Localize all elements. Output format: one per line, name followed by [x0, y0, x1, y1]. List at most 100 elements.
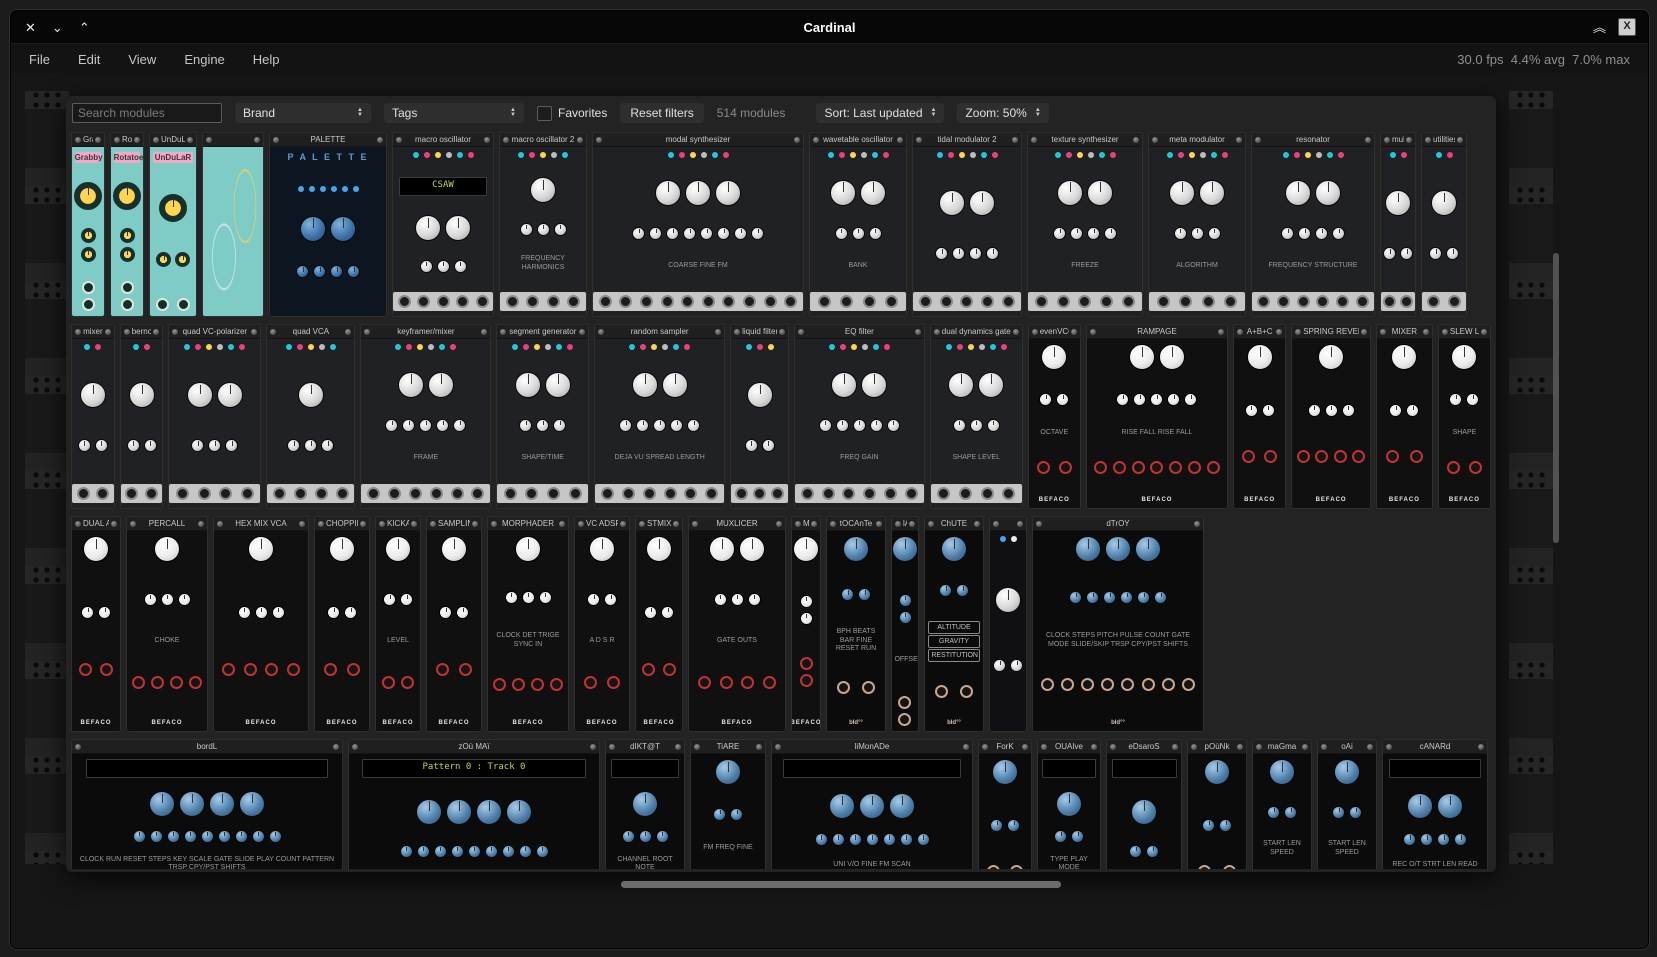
module-tile-wavetable-oscillator[interactable]: wavetable oscillatorBANK: [809, 132, 907, 317]
module-tile-palette[interactable]: PALETTEP A L E T T E: [269, 132, 387, 317]
jack-port[interactable]: [451, 487, 464, 500]
knob[interactable]: [456, 606, 469, 619]
module-tile-edsaros[interactable]: eDsaroS bId°°: [1106, 739, 1182, 869]
knob[interactable]: [1204, 759, 1230, 785]
jack-port[interactable]: [189, 676, 202, 689]
knob[interactable]: [656, 830, 669, 843]
jack-port[interactable]: [471, 487, 484, 500]
module-tile-tocante[interactable]: tOCAnTeBPH BEATS BAR FINE RESET RUNbId°°: [826, 516, 886, 732]
knob[interactable]: [144, 439, 157, 452]
knob[interactable]: [537, 223, 550, 236]
knob[interactable]: [1342, 404, 1355, 417]
jack-port[interactable]: [1198, 865, 1211, 869]
jack-port[interactable]: [698, 676, 711, 689]
knob[interactable]: [829, 793, 855, 819]
knob[interactable]: [1454, 833, 1467, 846]
knob[interactable]: [1437, 793, 1463, 819]
sort-dropdown[interactable]: Sort: Last updated: [816, 103, 944, 123]
knob[interactable]: [1135, 536, 1161, 562]
jack-port[interactable]: [1427, 295, 1440, 308]
knob[interactable]: [1131, 799, 1157, 825]
module-tile-dual-dynamics-gate[interactable]: dual dynamics gateSHAPE LEVEL: [930, 324, 1023, 509]
module-tile-canard[interactable]: cANARd REC O/T STRT LEN READbId°°: [1382, 739, 1488, 869]
jack-port[interactable]: [720, 676, 733, 689]
jack-port[interactable]: [837, 681, 850, 694]
knob[interactable]: [948, 372, 974, 398]
module-tile-percall[interactable]: PERCALLCHOKEBEFACO: [126, 516, 208, 732]
knob[interactable]: [209, 791, 235, 817]
jack-port[interactable]: [1142, 678, 1155, 691]
jack-port[interactable]: [784, 295, 797, 308]
knob[interactable]: [1184, 393, 1197, 406]
knob[interactable]: [900, 833, 913, 846]
module-tile-zo-ma-[interactable]: zOù MAïPattern 0 : Track 0bId°°: [348, 739, 600, 869]
knob[interactable]: [1070, 227, 1083, 240]
module-tile-limonade[interactable]: liMonADe UNI V/O FINE FM SCANbId°°: [771, 739, 973, 869]
knob[interactable]: [178, 593, 191, 606]
jack-port[interactable]: [531, 678, 544, 691]
knob[interactable]: [417, 845, 430, 858]
knob[interactable]: [622, 830, 635, 843]
knob[interactable]: [1010, 659, 1023, 672]
jack-port[interactable]: [550, 678, 563, 691]
knob[interactable]: [156, 252, 171, 267]
knob[interactable]: [992, 759, 1018, 785]
knob[interactable]: [120, 228, 135, 243]
knob[interactable]: [98, 606, 111, 619]
jack-port[interactable]: [1010, 865, 1023, 869]
module-tile-late[interactable]: lATeOFFSET: [891, 516, 919, 732]
jack-port[interactable]: [506, 295, 519, 308]
jack-port[interactable]: [818, 295, 831, 308]
jack-port[interactable]: [367, 487, 380, 500]
module-tile-slew-limiter[interactable]: SLEW LIMITERSHAPEBEFACO: [1438, 324, 1491, 509]
jack-port[interactable]: [937, 487, 950, 500]
knob[interactable]: [1053, 227, 1066, 240]
knob[interactable]: [239, 791, 265, 817]
knob[interactable]: [1116, 393, 1129, 406]
knob[interactable]: [835, 227, 848, 240]
jack-port[interactable]: [244, 663, 257, 676]
knob[interactable]: [831, 372, 857, 398]
knob[interactable]: [428, 372, 454, 398]
module-tile-mex[interactable]: MEXBEFACO: [791, 516, 821, 732]
module-tile-oai[interactable]: oAiSTART LEN SPEEDbId°°: [1317, 739, 1377, 869]
jack-port[interactable]: [1469, 461, 1482, 474]
jack-port[interactable]: [764, 295, 777, 308]
favorites-toggle[interactable]: Favorites: [537, 106, 607, 121]
knob[interactable]: [860, 180, 886, 206]
knob[interactable]: [120, 247, 135, 262]
knob[interactable]: [883, 833, 896, 846]
knob[interactable]: [248, 536, 274, 562]
knob[interactable]: [1120, 591, 1133, 604]
module-tile-undular[interactable]: UnDuLaRUnDuLaR: [149, 132, 197, 317]
knob[interactable]: [978, 372, 1004, 398]
knob[interactable]: [304, 439, 317, 452]
knob[interactable]: [861, 372, 887, 398]
knob[interactable]: [545, 372, 571, 398]
knob[interactable]: [819, 419, 832, 432]
jack-port[interactable]: [1182, 678, 1195, 691]
knob[interactable]: [1056, 393, 1069, 406]
knob[interactable]: [225, 439, 238, 452]
knob[interactable]: [1191, 227, 1204, 240]
jack-port[interactable]: [722, 295, 735, 308]
knob[interactable]: [956, 584, 969, 597]
knob[interactable]: [347, 265, 360, 278]
jack-port[interactable]: [512, 678, 525, 691]
module-tile-stmix[interactable]: STMIXBEFACO: [635, 516, 683, 732]
jack-port[interactable]: [1297, 295, 1310, 308]
knob[interactable]: [853, 419, 866, 432]
knob[interactable]: [1202, 819, 1215, 832]
jack-port[interactable]: [1035, 295, 1048, 308]
knob[interactable]: [1103, 591, 1116, 604]
knob[interactable]: [252, 830, 265, 843]
menu-edit[interactable]: Edit: [78, 52, 100, 67]
knob[interactable]: [446, 799, 472, 825]
knob[interactable]: [1349, 806, 1362, 819]
jack-port[interactable]: [121, 298, 134, 311]
knob[interactable]: [1071, 830, 1084, 843]
knob[interactable]: [272, 606, 285, 619]
knob[interactable]: [739, 536, 765, 562]
knob[interactable]: [1146, 845, 1159, 858]
knob[interactable]: [715, 180, 741, 206]
